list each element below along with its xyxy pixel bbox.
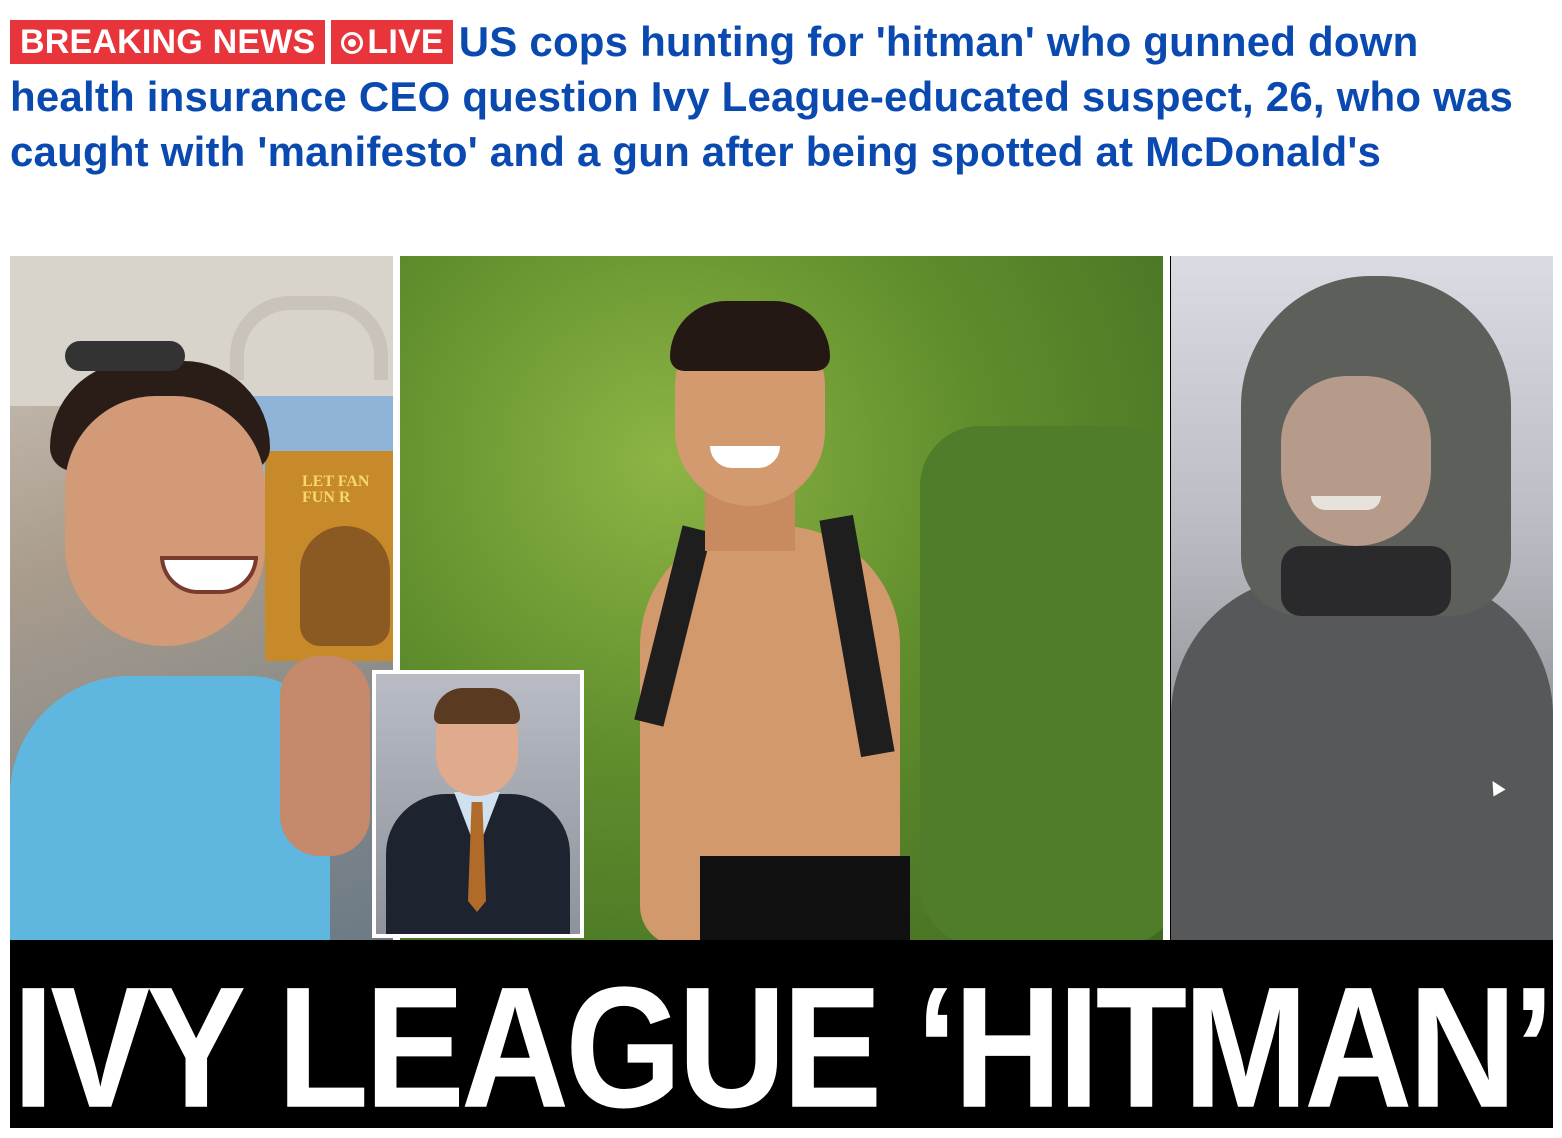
- hero-banner: IVY LEAGUE ‘HITMAN’: [10, 940, 1553, 1128]
- live-badge: LIVE: [331, 20, 453, 64]
- scarf: [1281, 546, 1451, 616]
- breaking-news-badge: BREAKING NEWS: [10, 20, 326, 64]
- live-label: LIVE: [367, 23, 444, 61]
- sunglasses-icon: [65, 341, 185, 371]
- lion-cub-graphic: [300, 526, 390, 646]
- smile: [1311, 496, 1381, 510]
- smile: [710, 446, 780, 468]
- photo-suspect-cctv: [1171, 256, 1553, 940]
- shorts: [700, 856, 910, 940]
- banner-text: IVY LEAGUE ‘HITMAN’: [12, 950, 1553, 1128]
- hair: [670, 301, 830, 371]
- photo-ceo-portrait: [372, 670, 584, 938]
- arm: [280, 656, 370, 856]
- face: [1281, 376, 1431, 546]
- jacket: [1171, 576, 1553, 940]
- face: [65, 396, 265, 646]
- article-headline[interactable]: BREAKING NEWS LIVE US cops hunting for 'hi…: [10, 14, 1555, 179]
- foliage: [920, 426, 1163, 940]
- car-grab-handle: [230, 296, 388, 380]
- hero-image[interactable]: LET FAN FUN R IVY LEAGUE ‘HITMAN’: [10, 256, 1553, 1128]
- happy-meal-box-text: LET FAN FUN R: [302, 473, 370, 506]
- live-dot-icon: [341, 32, 364, 54]
- photo-suspect-car-selfie: LET FAN FUN R: [10, 256, 393, 940]
- photo-divider: [1163, 256, 1170, 940]
- hair: [434, 688, 520, 724]
